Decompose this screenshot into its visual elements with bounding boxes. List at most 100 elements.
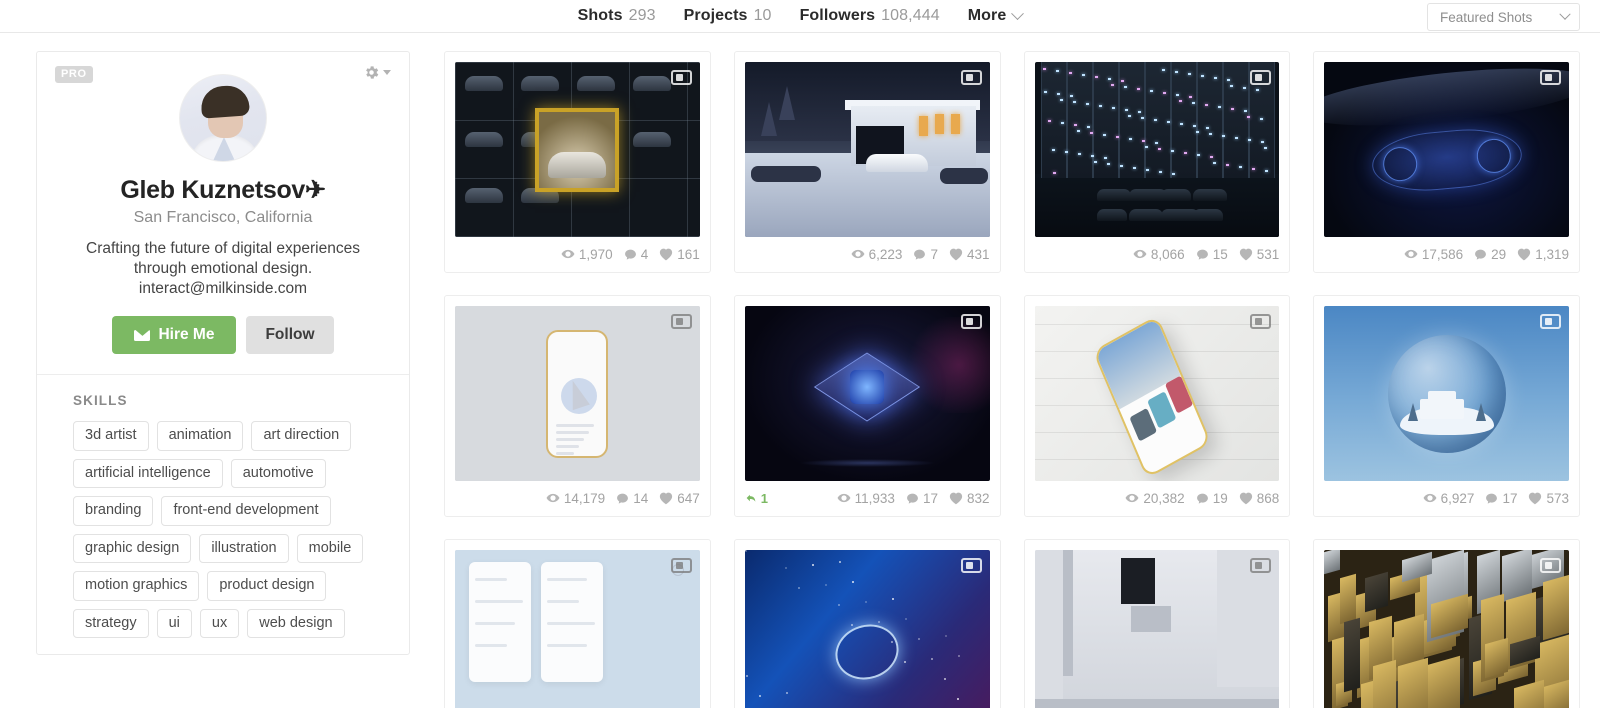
skill-tag[interactable]: 3d artist bbox=[73, 421, 149, 451]
skill-tag[interactable]: mobile bbox=[296, 533, 364, 564]
follow-label: Follow bbox=[265, 326, 315, 344]
shot-card[interactable] bbox=[444, 539, 711, 708]
shot-likes: 573 bbox=[1528, 491, 1569, 506]
attachment-badge-icon bbox=[1250, 70, 1272, 85]
skill-tag[interactable]: animation bbox=[156, 421, 244, 451]
nav-followers[interactable]: Followers 108,444 bbox=[800, 7, 940, 25]
pro-badge[interactable]: PRO bbox=[55, 66, 93, 83]
skill-tag[interactable]: ui bbox=[156, 608, 192, 639]
shot-comments: 19 bbox=[1196, 491, 1228, 506]
heart-icon bbox=[949, 492, 963, 504]
shot-comments: 29 bbox=[1474, 247, 1506, 262]
shot-thumbnail[interactable] bbox=[1324, 306, 1569, 481]
shot-card[interactable]: 1 11,933 17 832 bbox=[733, 295, 1001, 517]
shot-meta: 8,066 15 531 bbox=[1035, 246, 1279, 262]
profile-name[interactable]: Gleb Kuznetsov✈ bbox=[55, 175, 391, 205]
shot-artwork bbox=[744, 306, 990, 481]
shot-card[interactable] bbox=[733, 539, 1001, 708]
shot-thumbnail[interactable] bbox=[1324, 62, 1569, 237]
shot-meta: 1 11,933 17 832 bbox=[745, 490, 990, 506]
shot-thumbnail[interactable] bbox=[455, 62, 700, 237]
shot-thumbnail[interactable] bbox=[455, 306, 700, 481]
skill-tag[interactable]: product design bbox=[207, 571, 327, 601]
shot-card[interactable]: 6,927 17 573 bbox=[1313, 295, 1580, 517]
nav-followers-label: Followers bbox=[799, 7, 876, 24]
shot-likes: 647 bbox=[659, 491, 700, 506]
shot-card[interactable]: 20,382 19 868 bbox=[1023, 295, 1291, 517]
shot-views: 6,223 bbox=[851, 247, 902, 262]
shot-stats: 6,223 7 431 bbox=[851, 247, 990, 262]
shot-artwork bbox=[1034, 306, 1280, 481]
skill-tag[interactable]: graphic design bbox=[73, 533, 192, 564]
nav-projects[interactable]: Projects 10 bbox=[684, 7, 772, 25]
shot-thumbnail[interactable] bbox=[455, 550, 700, 708]
comment-icon bbox=[1486, 493, 1498, 504]
shot-card[interactable]: 17,586 29 1,319 bbox=[1313, 51, 1580, 273]
eye-icon bbox=[561, 249, 575, 259]
nav-shots[interactable]: Shots 293 bbox=[578, 7, 656, 25]
comment-icon bbox=[1196, 249, 1208, 260]
shot-card[interactable] bbox=[1023, 539, 1291, 708]
shot-thumbnail[interactable] bbox=[1034, 550, 1280, 708]
attachment-badge-icon bbox=[670, 314, 692, 329]
skill-tag[interactable]: front-end development bbox=[161, 496, 331, 526]
eye-icon bbox=[851, 249, 865, 259]
hire-me-button[interactable]: Hire Me bbox=[112, 316, 237, 355]
shot-views-count: 1,970 bbox=[578, 246, 613, 262]
comment-icon bbox=[624, 249, 636, 260]
shot-card[interactable] bbox=[1313, 539, 1580, 708]
shot-card[interactable]: 8,066 15 531 bbox=[1023, 51, 1291, 273]
shot-comments-count: 17 bbox=[1502, 490, 1518, 506]
shot-rebound[interactable]: 1 bbox=[745, 491, 768, 506]
shot-views: 1,970 bbox=[561, 247, 613, 262]
follow-button[interactable]: Follow bbox=[246, 316, 334, 355]
featured-shots-dropdown[interactable]: Featured Shots bbox=[1427, 3, 1580, 31]
shot-card[interactable]: 14,179 14 647 bbox=[444, 295, 711, 517]
shot-views: 6,927 bbox=[1423, 491, 1474, 506]
shot-artwork bbox=[455, 306, 700, 481]
attachment-badge-icon bbox=[1540, 70, 1561, 85]
skill-tag[interactable]: illustration bbox=[199, 533, 289, 564]
shot-views: 17,586 bbox=[1404, 247, 1463, 262]
skill-tag[interactable]: branding bbox=[73, 496, 154, 526]
shot-thumbnail[interactable] bbox=[744, 306, 990, 481]
shot-stats: 20,382 19 868 bbox=[1125, 491, 1279, 506]
profile-settings-button[interactable] bbox=[363, 64, 391, 81]
attachment-badge-icon bbox=[670, 558, 692, 573]
skill-tag[interactable]: ux bbox=[199, 608, 240, 639]
shot-likes: 832 bbox=[949, 491, 990, 506]
caret-down-icon bbox=[383, 70, 391, 75]
heart-icon bbox=[660, 248, 673, 260]
skill-tag[interactable]: art direction bbox=[251, 421, 352, 451]
shot-thumbnail[interactable] bbox=[1034, 306, 1280, 481]
shot-thumbnail[interactable] bbox=[1034, 62, 1280, 237]
attachment-badge-icon bbox=[1540, 314, 1561, 329]
skill-tag[interactable]: automotive bbox=[230, 458, 326, 489]
shot-card[interactable]: 1,970 4 161 bbox=[444, 51, 711, 273]
skill-tag[interactable]: web design bbox=[247, 608, 345, 639]
heart-icon bbox=[1239, 248, 1252, 260]
shot-artwork bbox=[1034, 62, 1280, 237]
shot-meta: 20,382 19 868 bbox=[1035, 490, 1279, 506]
shot-meta: 1,970 4 161 bbox=[455, 246, 700, 262]
shot-likes: 868 bbox=[1239, 491, 1279, 506]
top-navigation-bar: Shots 293 Projects 10 Followers 108,444 … bbox=[0, 0, 1600, 33]
nav-more[interactable]: More bbox=[968, 6, 1025, 25]
shot-thumbnail[interactable] bbox=[744, 550, 990, 708]
skill-tag[interactable]: artificial intelligence bbox=[73, 458, 223, 489]
shot-thumbnail[interactable] bbox=[744, 62, 990, 237]
shot-comments: 7 bbox=[913, 247, 938, 262]
shot-comments: 4 bbox=[624, 247, 648, 262]
avatar[interactable] bbox=[179, 74, 267, 162]
shot-thumbnail[interactable] bbox=[1324, 550, 1569, 708]
skill-tag[interactable]: strategy bbox=[73, 608, 149, 639]
skill-tag[interactable]: motion graphics bbox=[73, 571, 200, 601]
shot-card[interactable]: 6,223 7 431 bbox=[733, 51, 1001, 273]
shot-stats: 11,933 17 832 bbox=[837, 491, 990, 506]
shot-artwork bbox=[744, 62, 990, 237]
rebound-arrow-icon bbox=[746, 494, 756, 502]
nav-followers-count: 108,444 bbox=[881, 7, 940, 24]
shots-grid: 1,970 4 161 6,223 7 431 8,066 15 531 17,586 29 1,31… bbox=[444, 51, 1580, 708]
shot-artwork bbox=[1324, 62, 1569, 237]
shot-comments-count: 19 bbox=[1212, 490, 1228, 506]
